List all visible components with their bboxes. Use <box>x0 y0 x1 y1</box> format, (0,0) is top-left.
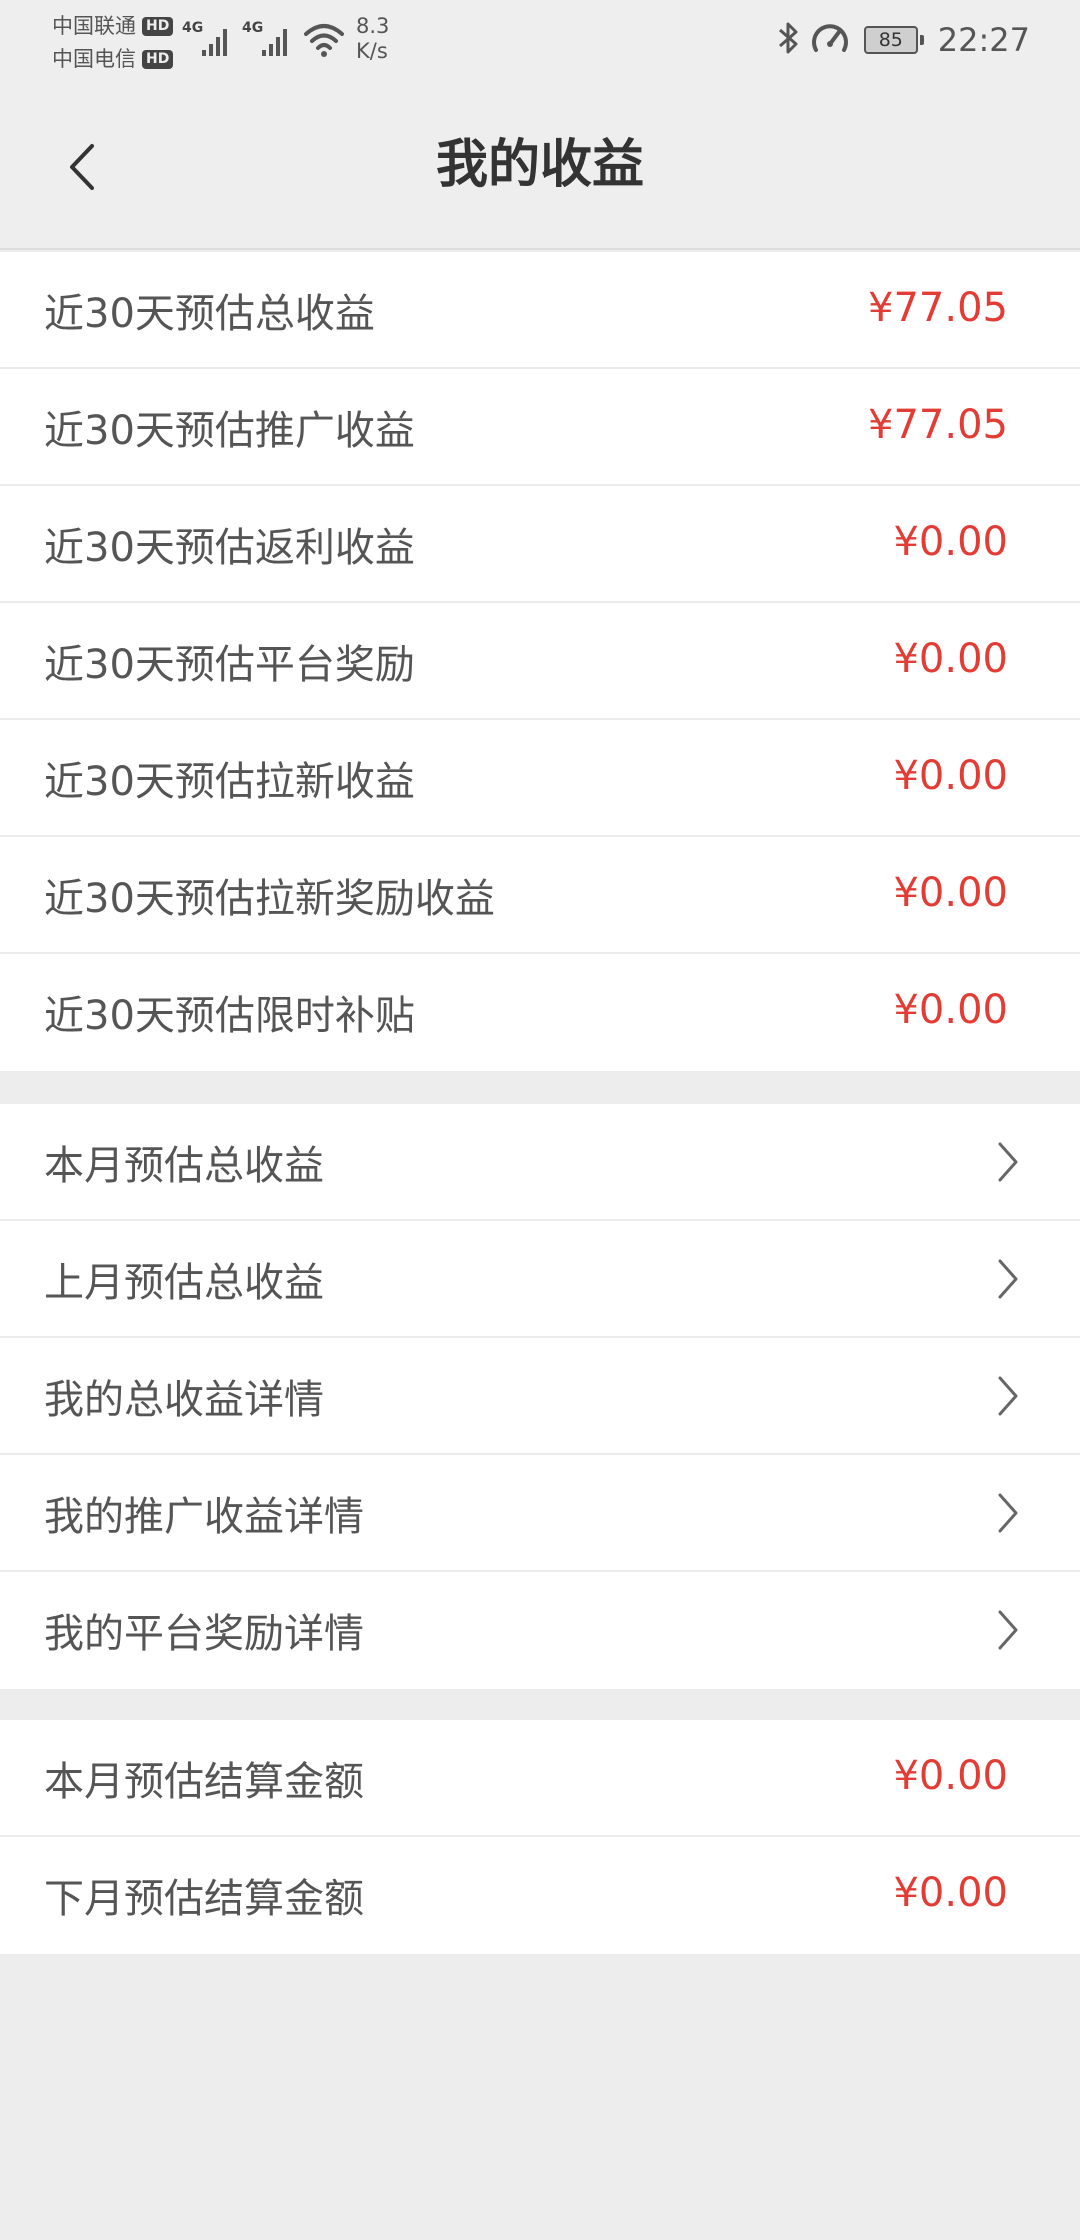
battery-level: 85 <box>863 26 918 54</box>
row-label: 上月预估总收益 <box>44 1260 324 1306</box>
row-value: ¥0.00 <box>893 1753 1008 1799</box>
chevron-right-icon <box>998 1376 1018 1416</box>
row-label: 近30天预估总收益 <box>44 291 375 337</box>
status-right-group: 85 22:27 <box>776 18 1030 62</box>
speed-unit: K/s <box>356 39 388 63</box>
row-label: 近30天预估拉新奖励收益 <box>44 876 495 922</box>
row-label: 近30天预估平台奖励 <box>44 642 415 688</box>
row-label: 近30天预估限时补贴 <box>44 993 415 1039</box>
list-item: 近30天预估返利收益 ¥0.00 <box>0 486 1080 603</box>
row-value: ¥0.00 <box>893 519 1008 565</box>
list-item: 本月预估结算金额 ¥0.00 <box>0 1720 1080 1837</box>
row-label: 本月预估总收益 <box>44 1143 324 1189</box>
row-label: 我的总收益详情 <box>44 1377 324 1423</box>
list-item-this-month-total[interactable]: 本月预估总收益 <box>0 1104 1080 1221</box>
list-item-last-month-total[interactable]: 上月预估总收益 <box>0 1221 1080 1338</box>
hd-badge-2: HD <box>142 50 174 69</box>
clock: 22:27 <box>937 21 1030 59</box>
list-item: 近30天预估总收益 ¥77.05 <box>0 252 1080 369</box>
chevron-right-icon <box>998 1259 1018 1299</box>
carrier-info: 中国联通 HD 中国电信 HD <box>52 10 174 76</box>
chevron-right-icon <box>998 1610 1018 1650</box>
carrier-1: 中国联通 <box>52 14 136 38</box>
cellular-signal-icon-2: 4G <box>242 20 298 60</box>
carrier-2: 中国电信 <box>52 47 136 71</box>
row-value: ¥0.00 <box>893 987 1008 1033</box>
battery-icon: 85 <box>863 26 924 54</box>
row-label: 近30天预估推广收益 <box>44 408 415 454</box>
speed-value: 8.3 <box>356 14 390 38</box>
row-label: 我的平台奖励详情 <box>44 1611 364 1657</box>
row-value: ¥0.00 <box>893 753 1008 799</box>
page-title: 我的收益 <box>435 135 644 195</box>
row-label: 近30天预估拉新收益 <box>44 759 415 805</box>
wifi-icon <box>302 20 346 60</box>
row-label: 我的推广收益详情 <box>44 1494 364 1540</box>
list-item-promotion-earnings-details[interactable]: 我的推广收益详情 <box>0 1455 1080 1572</box>
row-value: ¥0.00 <box>893 1870 1008 1916</box>
row-value: ¥77.05 <box>868 285 1008 331</box>
row-value: ¥77.05 <box>868 402 1008 448</box>
chevron-right-icon <box>998 1493 1018 1533</box>
list-item: 近30天预估平台奖励 ¥0.00 <box>0 603 1080 720</box>
network-speed: 8.3 K/s <box>356 14 389 64</box>
list-item: 下月预估结算金额 ¥0.00 <box>0 1837 1080 1954</box>
list-item: 近30天预估拉新奖励收益 ¥0.00 <box>0 837 1080 954</box>
row-label: 下月预估结算金额 <box>44 1876 364 1922</box>
section-settlement: 本月预估结算金额 ¥0.00 下月预估结算金额 ¥0.00 <box>0 1720 1080 1954</box>
list-item-total-earnings-details[interactable]: 我的总收益详情 <box>0 1338 1080 1455</box>
section-earnings-details: 本月预估总收益 上月预估总收益 我的总收益详情 我的推广收益详情 我的平台奖励详… <box>0 1104 1080 1689</box>
row-label: 本月预估结算金额 <box>44 1759 364 1805</box>
chevron-right-icon <box>998 1142 1018 1182</box>
row-value: ¥0.00 <box>893 636 1008 682</box>
status-bar: 中国联通 HD 中国电信 HD 4G 4G 8.3 K/s 85 22:27 <box>0 0 1080 80</box>
list-item-platform-reward-details[interactable]: 我的平台奖励详情 <box>0 1572 1080 1689</box>
speedometer-icon <box>810 20 850 60</box>
hd-badge-1: HD <box>142 17 174 36</box>
list-item: 近30天预估推广收益 ¥77.05 <box>0 369 1080 486</box>
cellular-signal-icon-1: 4G <box>182 20 238 60</box>
list-item: 近30天预估拉新收益 ¥0.00 <box>0 720 1080 837</box>
row-value: ¥0.00 <box>893 870 1008 916</box>
bluetooth-icon <box>776 20 800 60</box>
section-recent-30-days: 近30天预估总收益 ¥77.05 近30天预估推广收益 ¥77.05 近30天预… <box>0 252 1080 1071</box>
app-header: 我的收益 <box>0 80 1080 250</box>
list-item: 近30天预估限时补贴 ¥0.00 <box>0 954 1080 1071</box>
row-label: 近30天预估返利收益 <box>44 525 415 571</box>
